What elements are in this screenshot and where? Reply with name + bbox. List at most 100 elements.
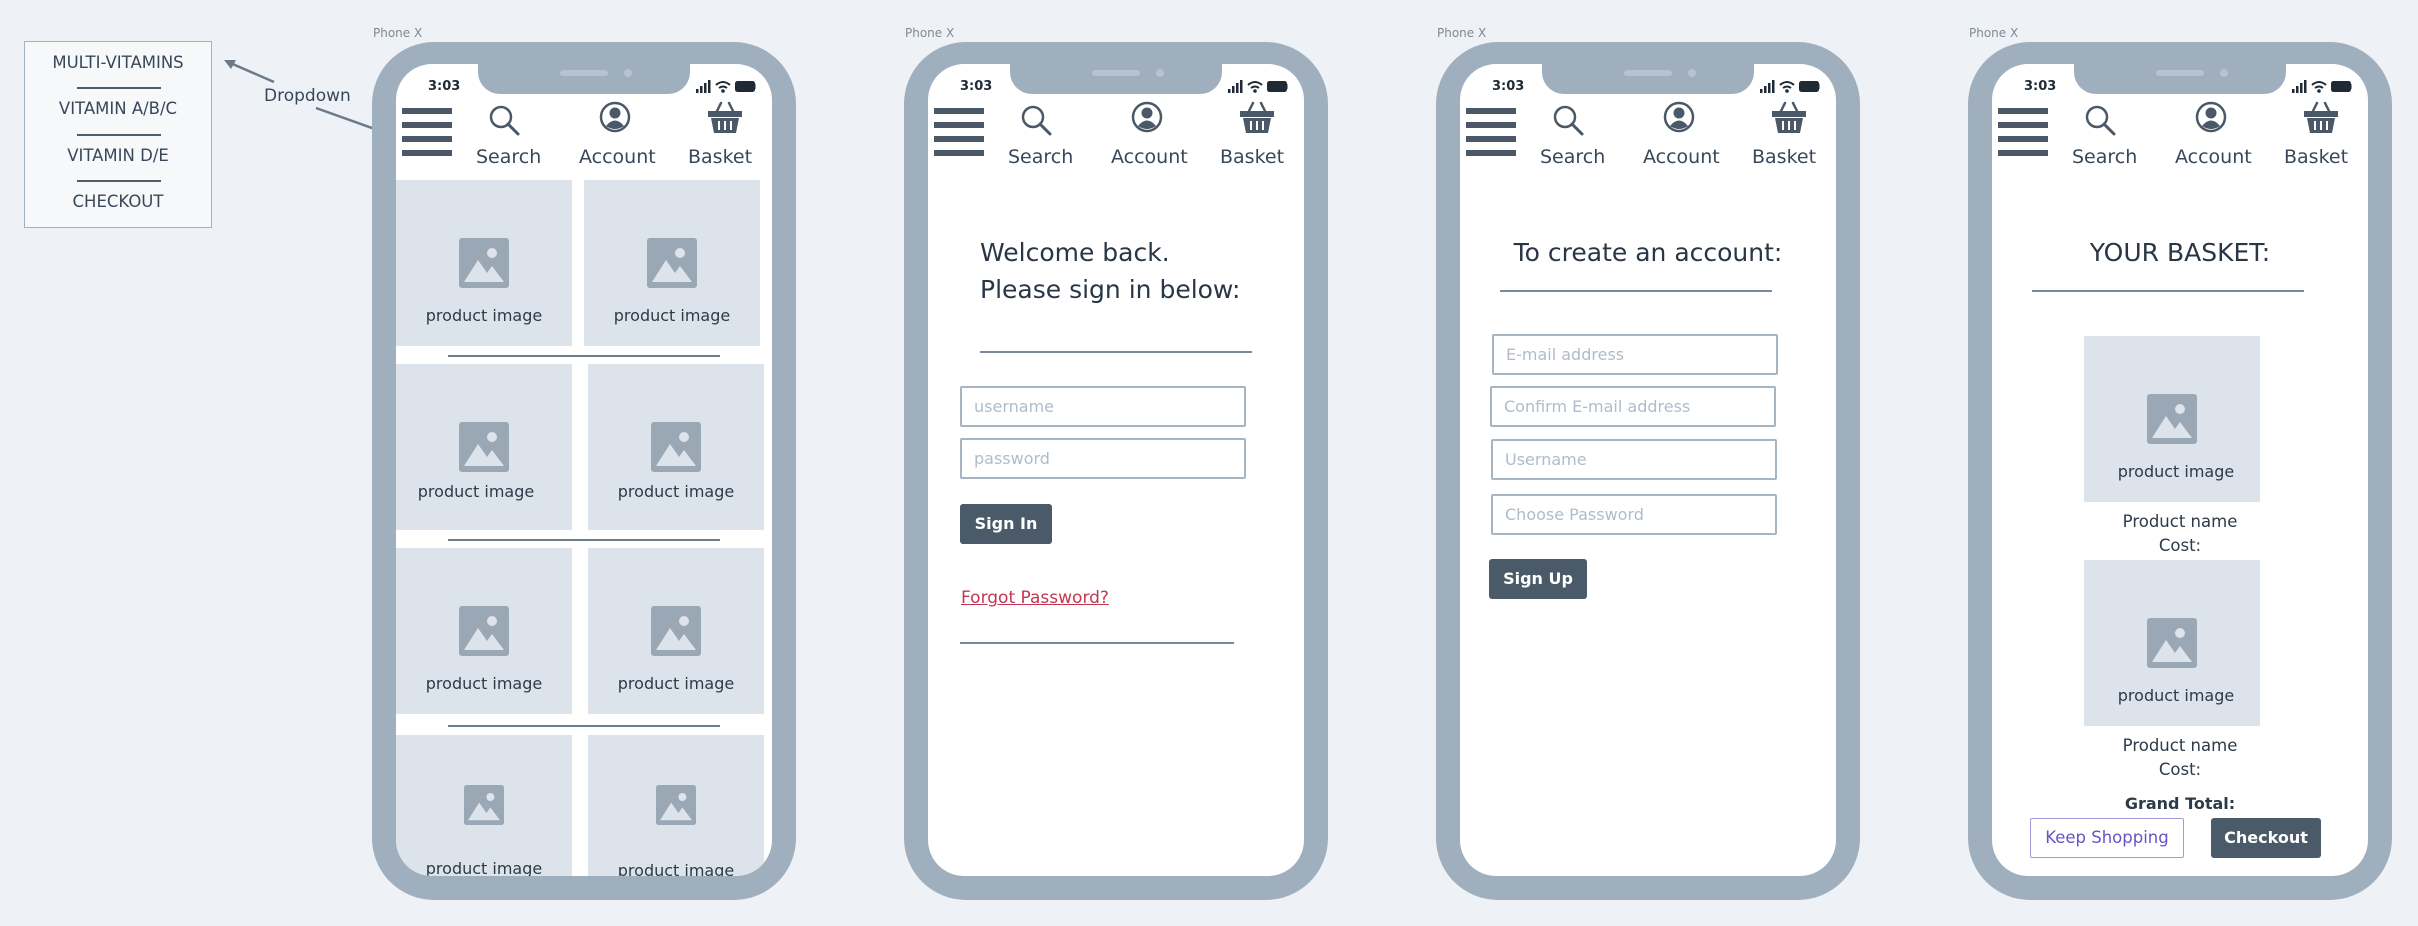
status-icons — [1228, 80, 1288, 94]
basket-icon[interactable] — [1240, 101, 1276, 135]
nav-account-label[interactable]: Account — [2175, 146, 2252, 168]
basket-item-name: Product name — [2122, 736, 2238, 755]
nav-basket-label[interactable]: Basket — [1220, 146, 1284, 168]
phone-notch — [1542, 64, 1754, 94]
product-tile[interactable]: product image — [588, 548, 764, 714]
search-icon[interactable] — [488, 104, 520, 136]
forgot-password-link[interactable]: Forgot Password? — [961, 588, 1109, 608]
dropdown-item-vitamin-de[interactable]: VITAMIN D/E — [25, 146, 211, 165]
password-input[interactable] — [1491, 494, 1777, 535]
sign-up-button[interactable]: Sign Up — [1489, 559, 1587, 599]
sign-in-button[interactable]: Sign In — [960, 504, 1052, 544]
hamburger-menu-icon[interactable] — [1466, 108, 1518, 158]
dropdown-item-multi-vitamins[interactable]: MULTI-VITAMINS — [25, 53, 211, 72]
image-icon — [647, 238, 697, 288]
status-icons — [696, 80, 756, 94]
basket-icon[interactable] — [2304, 101, 2340, 135]
frame-label: Phone X — [905, 26, 955, 40]
checkout-button[interactable]: Checkout — [2211, 818, 2321, 858]
heading-rule — [2032, 290, 2304, 292]
status-icons — [1760, 80, 1820, 94]
image-icon — [651, 422, 701, 472]
product-tile[interactable]: product image — [396, 180, 572, 346]
image-icon — [459, 606, 509, 656]
status-time: 3:03 — [428, 79, 461, 94]
annotation-arrows — [224, 60, 387, 135]
basket-heading: YOUR BASKET: — [2089, 238, 2271, 267]
dropdown-divider — [77, 134, 161, 136]
product-tile[interactable]: product image — [588, 735, 764, 876]
product-image-caption: product image — [425, 859, 543, 876]
image-icon — [459, 238, 509, 288]
basket-item-cost: Cost: — [2158, 760, 2202, 779]
basket-icon[interactable] — [1772, 101, 1808, 135]
hamburger-menu-icon[interactable] — [934, 108, 986, 158]
phone-screen: 3:03 Search Account Basket YOUR BASKET: … — [1992, 64, 2368, 876]
row-divider — [448, 725, 720, 727]
confirm-email-input[interactable] — [1490, 386, 1776, 427]
account-icon[interactable] — [1131, 101, 1165, 135]
phone-frame-sign-in: 3:03 Search Account Basket Welcome back.… — [904, 42, 1328, 900]
nav-basket-label[interactable]: Basket — [2284, 146, 2348, 168]
phone-notch — [2074, 64, 2286, 94]
status-time: 3:03 — [960, 79, 993, 94]
nav-search-label[interactable]: Search — [1540, 146, 1605, 168]
phone-screen: 3:03 Search Account Basket product image… — [396, 64, 772, 876]
frame-label: Phone X — [1969, 26, 2019, 40]
search-icon[interactable] — [2084, 104, 2116, 136]
heading-rule — [1500, 290, 1772, 292]
image-icon — [656, 785, 696, 825]
dropdown-divider — [77, 180, 161, 182]
phone-notch — [478, 64, 690, 94]
row-divider — [448, 539, 720, 541]
search-icon[interactable] — [1020, 104, 1052, 136]
status-icons — [2292, 80, 2352, 94]
nav-search-label[interactable]: Search — [476, 146, 541, 168]
search-icon[interactable] — [1552, 104, 1584, 136]
product-tile[interactable]: product image — [588, 364, 764, 530]
product-tile[interactable]: product image — [396, 364, 572, 530]
image-icon — [2147, 394, 2197, 444]
dropdown-item-vitamin-abc[interactable]: VITAMIN A/B/C — [25, 99, 211, 118]
nav-basket-label[interactable]: Basket — [688, 146, 752, 168]
product-tile[interactable]: product image — [396, 548, 572, 714]
grand-total-label: Grand Total: — [2124, 794, 2236, 813]
nav-account-label[interactable]: Account — [1643, 146, 1720, 168]
account-icon[interactable] — [2195, 101, 2229, 135]
dropdown-item-checkout[interactable]: CHECKOUT — [25, 192, 211, 211]
frame-label: Phone X — [1437, 26, 1487, 40]
product-image-caption: product image — [617, 482, 735, 501]
username-input[interactable] — [960, 386, 1246, 427]
welcome-heading-line1: Welcome back. — [980, 238, 1170, 267]
phone-screen: 3:03 Search Account Basket To create an … — [1460, 64, 1836, 876]
nav-search-label[interactable]: Search — [2072, 146, 2137, 168]
account-icon[interactable] — [1663, 101, 1697, 135]
basket-icon[interactable] — [708, 101, 744, 135]
frame-label: Phone X — [373, 26, 423, 40]
dropdown-divider — [77, 87, 161, 89]
nav-basket-label[interactable]: Basket — [1752, 146, 1816, 168]
status-time: 3:03 — [1492, 79, 1525, 94]
phone-notch — [1010, 64, 1222, 94]
welcome-heading-line2: Please sign in below: — [980, 275, 1241, 304]
phone-frame-basket: 3:03 Search Account Basket YOUR BASKET: … — [1968, 42, 2392, 900]
hamburger-menu-icon[interactable] — [402, 108, 454, 158]
product-image-caption: product image — [613, 306, 731, 325]
hamburger-menu-icon[interactable] — [1998, 108, 2050, 158]
product-tile[interactable]: product image — [584, 180, 760, 346]
basket-item-image: product image — [2084, 560, 2260, 726]
product-tile[interactable]: product image — [396, 735, 572, 876]
password-input[interactable] — [960, 438, 1246, 479]
basket-item-name: Product name — [2122, 512, 2238, 531]
product-image-caption: product image — [617, 674, 735, 693]
status-time: 3:03 — [2024, 79, 2057, 94]
nav-account-label[interactable]: Account — [579, 146, 656, 168]
username-input[interactable] — [1491, 439, 1777, 480]
keep-shopping-button[interactable]: Keep Shopping — [2030, 818, 2184, 858]
product-image-caption: product image — [617, 861, 735, 876]
nav-account-label[interactable]: Account — [1111, 146, 1188, 168]
phone-frame-create-account: 3:03 Search Account Basket To create an … — [1436, 42, 1860, 900]
email-input[interactable] — [1492, 334, 1778, 375]
nav-search-label[interactable]: Search — [1008, 146, 1073, 168]
account-icon[interactable] — [599, 101, 633, 135]
